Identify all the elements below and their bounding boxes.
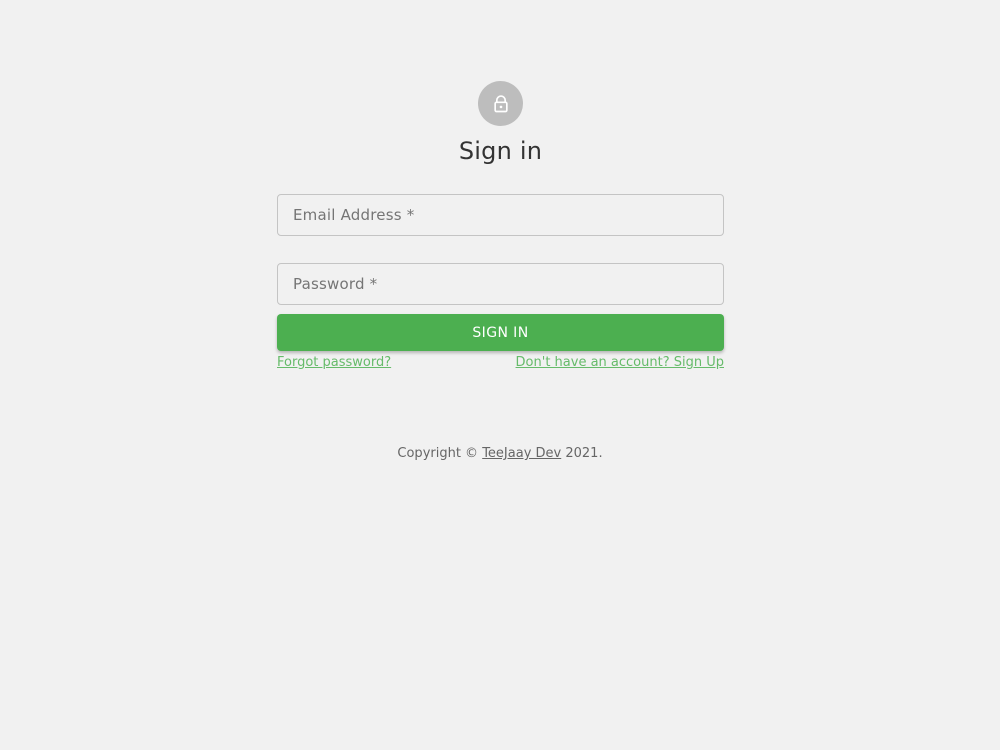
avatar xyxy=(478,81,523,126)
sign-in-button[interactable]: SIGN IN xyxy=(277,314,724,351)
password-field[interactable]: Password * xyxy=(277,263,724,305)
copyright-footer: Copyright © TeeJaay Dev 2021. xyxy=(0,446,1000,461)
sign-in-page: Sign in Email Address * Password * SIGN … xyxy=(0,0,1000,750)
forgot-password-link[interactable]: Forgot password? xyxy=(277,355,391,370)
sign-in-form: Sign in Email Address * Password * SIGN … xyxy=(277,81,724,370)
page-title: Sign in xyxy=(458,137,543,165)
email-field-label: Email Address * xyxy=(293,206,415,224)
password-field-label: Password * xyxy=(293,275,378,293)
copyright-prefix: Copyright © xyxy=(397,446,483,461)
form-links: Forgot password? Don't have an account? … xyxy=(277,355,724,370)
lock-icon xyxy=(491,94,511,114)
copyright-suffix: 2021. xyxy=(561,446,603,461)
author-link[interactable]: TeeJaay Dev xyxy=(482,446,561,461)
email-field[interactable]: Email Address * xyxy=(277,194,724,236)
sign-up-link[interactable]: Don't have an account? Sign Up xyxy=(516,355,724,370)
